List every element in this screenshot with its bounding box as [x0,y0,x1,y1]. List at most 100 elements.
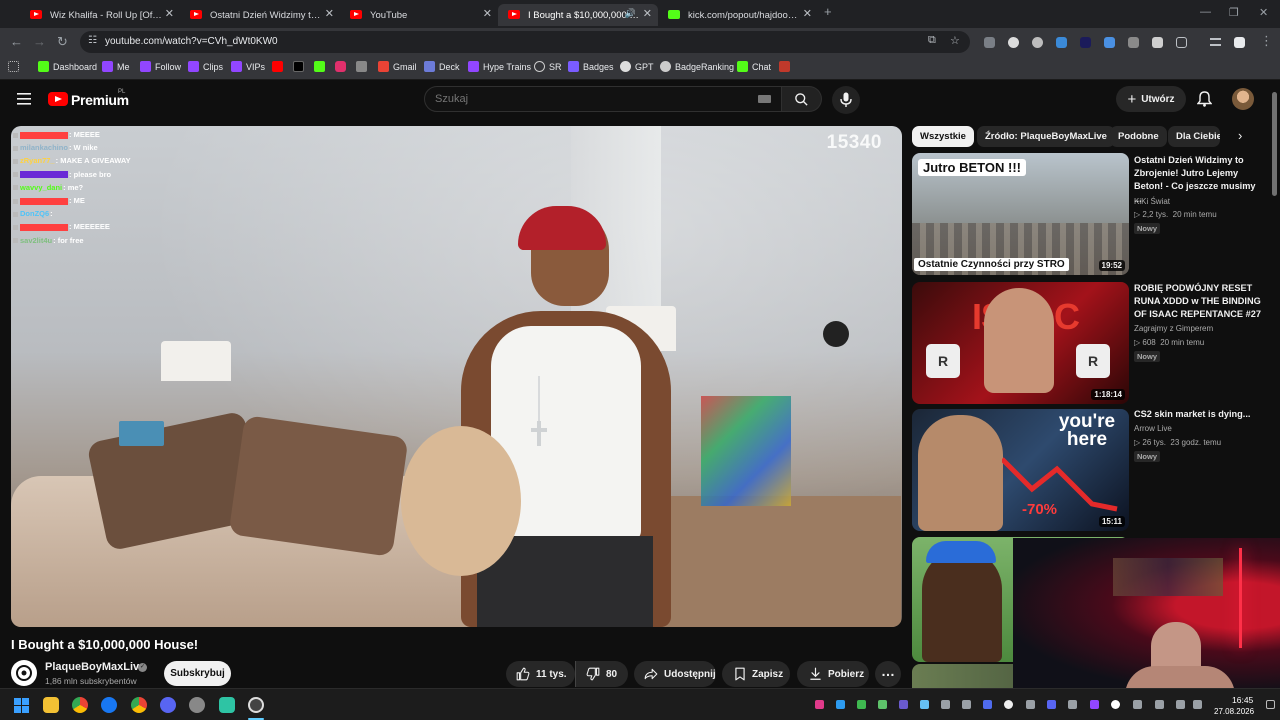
reload-icon[interactable]: ↻ [57,34,68,50]
restore-icon[interactable]: ❐ [1229,6,1239,19]
recommendation-thumbnail[interactable]: Jutro BETON !!! Ostatnie Czynności przy … [912,153,1129,275]
chip-all[interactable]: Wszystkie [912,126,974,147]
bookmark-extension[interactable] [356,61,371,72]
chip-related[interactable]: Podobne [1110,126,1167,147]
subscribe-button[interactable]: Subskrybuj [164,661,231,686]
notification-center-icon[interactable] [1266,700,1275,709]
tray-icon[interactable] [1004,700,1013,709]
dislike-button[interactable]: 80 [575,661,628,687]
profile-icon[interactable] [1234,37,1245,48]
tray-icon[interactable] [1133,700,1142,709]
voice-search-button[interactable] [832,86,860,114]
bookmark-star-icon[interactable]: ☆ [950,34,960,47]
close-icon[interactable]: ✕ [325,7,334,20]
discord-icon[interactable] [160,697,176,713]
tray-icon[interactable] [857,700,866,709]
recommendation-thumbnail[interactable]: you're here -70% 15:11 [912,409,1129,531]
notifications-bell-icon[interactable] [1197,91,1212,107]
back-icon[interactable]: ← [10,34,23,49]
extension-icon[interactable] [1056,37,1067,48]
bookmark-kick[interactable] [314,61,329,72]
recommendation-channel[interactable]: Arrow Live [1134,424,1172,433]
tray-icon[interactable] [878,700,887,709]
channel-name[interactable]: PlaqueBoyMaxLive [45,661,145,673]
recommendation-thumbnail[interactable]: ISAAC R R 1:18:14 [912,282,1129,404]
file-explorer-icon[interactable] [43,697,59,713]
extension-shield-icon[interactable] [984,37,995,48]
bookmark-extra[interactable] [779,61,794,72]
site-info-icon[interactable]: ☷ [88,35,97,46]
bookmark-gmail[interactable]: Gmail [378,61,417,72]
menu-kebab-icon[interactable]: ⋮ [1260,33,1273,49]
reading-list-icon[interactable] [1210,38,1221,46]
channel-avatar[interactable] [11,660,37,686]
tab-wiz-khalifa[interactable]: Wiz Khalifa - Roll Up [Official M ✕ [20,4,180,26]
bookmark-gpt[interactable]: GPT [620,61,654,72]
extension-icon[interactable] [1128,37,1139,48]
bookmark-x[interactable] [293,61,308,72]
bookmark-me[interactable]: Me [102,61,130,72]
close-icon[interactable]: ✕ [165,7,174,20]
search-button[interactable] [782,86,822,112]
windows-start-icon[interactable] [14,698,29,713]
volume-icon[interactable] [1193,700,1202,709]
sidebar-scrollbar[interactable] [1272,92,1277,196]
tab-youtube[interactable]: YouTube ✕ [340,4,498,26]
bookmark-clips[interactable]: Clips [188,61,223,72]
tab-ostatni-dzien[interactable]: Ostatni Dzień Widzimy to Zbroj ✕ [180,4,340,26]
recommendation-title[interactable]: ROBIĘ PODWÓJNY RESET RUNA XDDD w THE BIN… [1134,282,1262,321]
tray-icon[interactable] [983,700,992,709]
bookmark-instagram[interactable] [335,61,350,72]
account-avatar[interactable] [1232,88,1254,110]
bookmark-dashboard[interactable]: Dashboard [38,61,97,72]
close-window-icon[interactable]: ✕ [1259,6,1268,19]
bookmark-sr[interactable]: SR [534,61,562,72]
bookmark-hype-trains[interactable]: Hype Trains [468,61,531,72]
youtube-logo-icon[interactable] [48,92,68,106]
tray-icon[interactable] [1068,700,1077,709]
app-icon[interactable] [189,697,205,713]
recommendation-channel[interactable]: KiKi Świat [1134,197,1170,206]
facebook-icon[interactable] [101,697,117,713]
save-button[interactable]: Zapisz [722,661,790,687]
close-icon[interactable]: ✕ [483,7,492,20]
tray-icon[interactable] [899,700,908,709]
chevron-right-icon[interactable]: › [1238,128,1242,143]
extension-icon[interactable] [1080,37,1091,48]
like-button[interactable]: 11 tys. [506,661,575,687]
extension-icon[interactable] [1008,37,1019,48]
search-box[interactable] [424,86,782,112]
more-actions-button[interactable]: … [875,661,901,687]
chip-from-channel[interactable]: Źródło: PlaqueBoyMaxLive [977,126,1115,147]
audio-app-icon[interactable] [219,697,235,713]
minimize-icon[interactable]: — [1200,6,1211,18]
search-input[interactable] [425,87,745,111]
steam-icon[interactable] [920,700,929,709]
discord-tray-icon[interactable] [1047,700,1056,709]
chrome-icon[interactable] [72,697,88,713]
clock-date[interactable]: 27.08.2026 [1214,707,1254,716]
extension-icon[interactable] [1104,37,1115,48]
hamburger-menu-icon[interactable] [17,93,31,105]
bookmark-follow[interactable]: Follow [140,61,181,72]
recommendation-channel[interactable]: Zagrajmy z Gimperem [1134,324,1213,333]
recommendation-title[interactable]: CS2 skin market is dying... [1134,408,1262,421]
close-icon[interactable]: ✕ [643,7,652,20]
apps-grid-icon[interactable] [8,61,23,72]
address-bar[interactable]: ☷ youtube.com/watch?v=CVh_dWt0KW0 ⧉ ☆ [80,31,970,53]
tab-kick-chat[interactable]: kick.com/popout/hajdook/chat ✕ [658,4,818,26]
bookmark-chat[interactable]: Chat [737,61,771,72]
bookmark-badgeranking[interactable]: BadgeRanking [660,61,734,72]
extensions-puzzle-icon[interactable] [1176,37,1187,48]
tray-icon[interactable] [1090,700,1099,709]
video-player[interactable]: : MEEEE milankachino: W nike zRyan77_: MAK… [11,126,902,627]
bookmark-badges[interactable]: Badges [568,61,614,72]
bookmark-vips[interactable]: VIPs [231,61,265,72]
extension-icon[interactable] [1032,37,1043,48]
tray-icon[interactable] [815,700,824,709]
close-icon[interactable]: ✕ [803,7,812,20]
bookmark-deck[interactable]: Deck [424,61,460,72]
keyboard-icon[interactable] [758,95,771,103]
chip-for-you[interactable]: Dla Ciebie [1168,126,1220,147]
bookmark-youtube[interactable] [272,61,287,72]
